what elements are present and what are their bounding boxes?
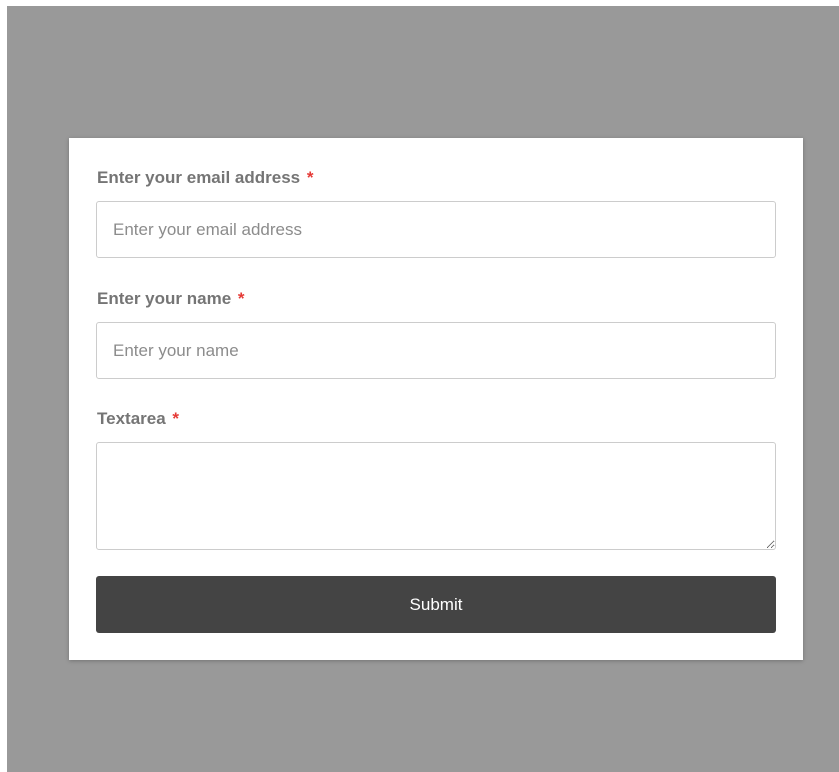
email-required-asterisk: * [306, 168, 314, 187]
message-textarea[interactable] [96, 442, 776, 550]
form-card: Enter your email address * Enter your na… [69, 138, 803, 660]
name-input[interactable] [96, 322, 776, 379]
textarea-required-asterisk: * [172, 409, 180, 428]
name-label-text: Enter your name [97, 289, 232, 308]
email-input[interactable] [96, 201, 776, 258]
modal-backdrop: Enter your email address * Enter your na… [7, 6, 839, 772]
submit-button[interactable]: Submit [96, 576, 776, 633]
name-label: Enter your name * [97, 289, 245, 309]
textarea-label-text: Textarea [97, 409, 166, 428]
email-label: Enter your email address * [97, 168, 314, 188]
email-label-text: Enter your email address [97, 168, 301, 187]
textarea-label: Textarea * [97, 409, 179, 429]
name-required-asterisk: * [237, 289, 245, 308]
